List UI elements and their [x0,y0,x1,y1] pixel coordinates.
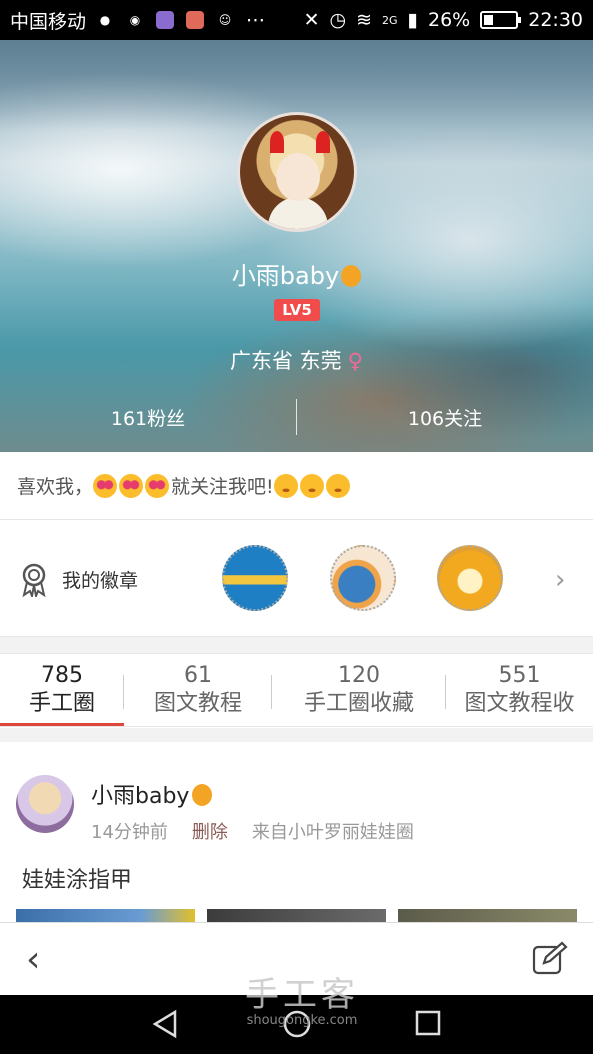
gallery-icon [156,11,175,29]
battery-icon [480,11,522,29]
nickname-text: 小雨baby [231,262,340,290]
tab-count: 120 [338,663,380,688]
section-divider [0,728,593,742]
badge-item[interactable] [330,545,396,611]
female-icon: ♀ [347,349,364,373]
badge-item[interactable] [437,545,503,611]
post-image[interactable] [16,909,195,922]
signal-icon: ▮ [407,9,418,31]
profile-avatar[interactable] [237,112,357,232]
clock: 22:30 [528,9,583,31]
network-type: 2G [382,13,398,27]
heart-eyes-emoji-icon [119,473,144,498]
location-text: 广东省 东莞 [229,349,342,373]
nav-recents-icon[interactable] [414,1009,442,1037]
status-bar: 中国移动 ● ◉ ☺ ⋯ ✕ ◷ ≋ 2G ▮ 26% 22:30 [0,0,593,40]
followers-count[interactable]: 161粉丝 [0,404,296,431]
tab-count: 61 [184,663,212,688]
profile-header: 小雨baby LV5 广东省 东莞 ♀ 161粉丝 106关注 [0,40,593,452]
profile-stats: 161粉丝 106关注 [0,398,593,436]
bio-middle: 就关注我吧! [171,476,274,498]
tab-label: 图文教程 [153,691,242,716]
badges-title: 我的徽章 [62,570,139,592]
badge-item[interactable] [222,545,288,611]
post-card[interactable]: 小雨baby 14分钟前 删除 来自小叶罗丽娃娃圈 娃娃涂指甲 [0,742,593,922]
wifi-icon: ≋ [356,9,372,31]
tab-circle-favorites[interactable]: 120 手工圈收藏 [272,655,446,726]
tab-handcraft-circle[interactable]: 785 手工圈 [0,655,124,726]
post-image[interactable] [398,909,577,922]
avatar-dress [268,197,328,229]
author-avatar[interactable] [16,775,74,833]
smile-emoji-icon [299,473,324,498]
tab-count: 785 [41,663,83,688]
baby-emoji-icon [341,265,362,287]
heart-eyes-emoji-icon [145,473,170,498]
watermark-url: shougongke.com [246,1013,358,1028]
smile-emoji-icon [273,473,298,498]
tab-label: 手工圈 [28,691,95,716]
post-title: 娃娃涂指甲 [22,868,133,893]
tab-label: 手工圈收藏 [303,691,414,716]
alarm-icon: ◷ [329,9,347,31]
following-count[interactable]: 106关注 [297,404,593,431]
post-image[interactable] [207,909,386,922]
more-dots-icon: ⋯ [246,9,266,31]
notification-icon: ● [96,11,115,29]
watermark-logo: 手工客 [245,975,359,1015]
delete-button[interactable]: 删除 [192,818,228,844]
chevron-right-icon[interactable]: › [555,565,565,595]
watermark: 手工客 shougongke.com [232,977,372,1028]
profile-location: 广东省 东莞 ♀ [0,345,593,375]
level-badge: LV5 [274,299,320,321]
author-name[interactable]: 小雨baby [91,778,213,810]
content-tabs: 785 手工圈 61 图文教程 120 手工圈收藏 551 图文教程收 [0,655,593,727]
avatar-face [276,153,320,201]
post-images [16,909,577,922]
profile-nickname: 小雨baby [0,256,593,291]
carrier-name: 中国移动 [10,10,87,33]
medal-icon [22,563,46,597]
heart-eyes-emoji-icon [93,473,118,498]
mute-icon: ✕ [303,9,320,31]
smile-emoji-icon [325,473,350,498]
app-icon-2: ☺ [218,13,232,27]
badges-row[interactable]: 我的徽章 › [0,521,593,636]
post-source[interactable]: 来自小叶罗丽娃娃圈 [252,818,414,844]
avatar-horn [270,131,284,153]
back-icon[interactable]: ‹ [26,939,40,980]
baby-emoji-icon [192,784,213,806]
author-name-text: 小雨baby [91,784,190,809]
edit-icon[interactable] [532,941,568,975]
app-icon [186,11,205,29]
tab-count: 551 [498,663,541,688]
tab-tutorials[interactable]: 61 图文教程 [124,655,272,726]
battery-percent: 26% [428,9,471,31]
bio-prefix: 喜欢我， [17,476,94,498]
post-meta: 14分钟前 删除 来自小叶罗丽娃娃圈 [91,818,414,844]
profile-bio: 喜欢我， 就关注我吧! [0,452,593,520]
section-divider [0,636,593,654]
tab-label: 图文教程收 [464,691,575,716]
wechat-icon: ◉ [126,11,145,29]
tab-tutorial-favorites[interactable]: 551 图文教程收 [446,655,593,726]
avatar-horn [316,131,330,153]
post-time: 14分钟前 [91,822,168,843]
nav-back-icon[interactable] [150,1009,180,1039]
